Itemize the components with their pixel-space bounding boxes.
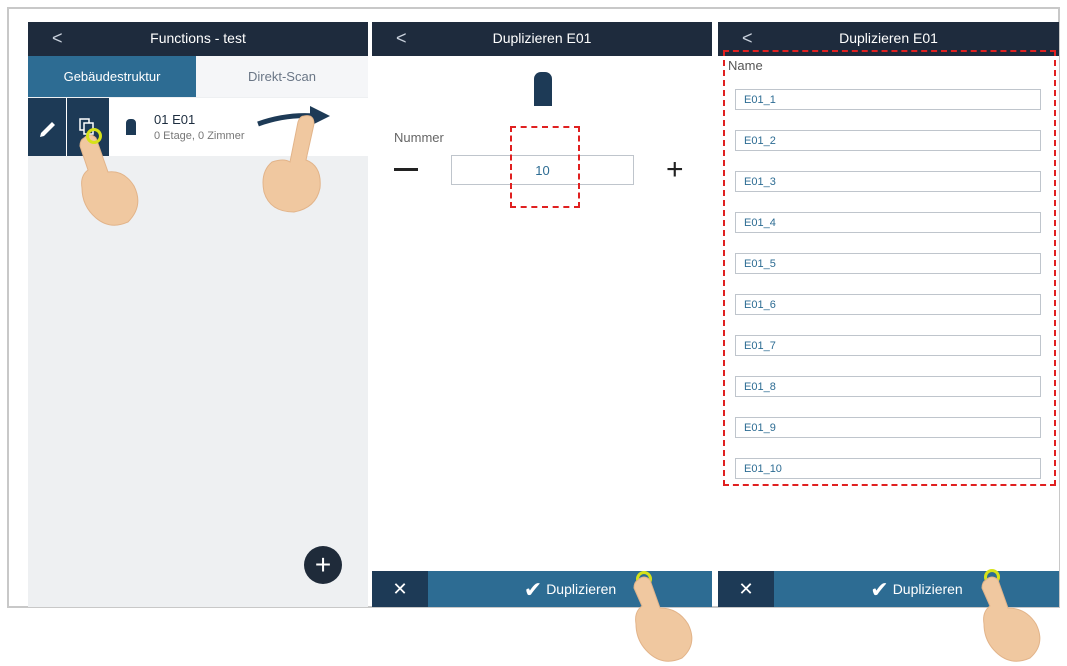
highlight-box	[723, 50, 1056, 486]
duplicate-names-screen: < Duplizieren E01 Name E01_1 E01_2 E01_3…	[718, 22, 1059, 607]
item-subtitle: 0 Etage, 0 Zimmer	[154, 130, 245, 142]
document-icon	[534, 72, 552, 106]
highlight-box	[510, 126, 580, 208]
confirm-label: Duplizieren	[892, 581, 963, 597]
pencil-icon	[40, 122, 55, 137]
hand-pointer-icon	[79, 134, 139, 226]
cancel-button[interactable]: ✕	[372, 571, 428, 607]
add-button[interactable]: +	[304, 546, 342, 584]
tab-gebaeudestruktur[interactable]: Gebäudestruktur	[28, 56, 196, 97]
confirm-label: Duplizieren	[546, 581, 617, 597]
tap-indicator	[86, 128, 102, 144]
top-bar: < Functions - test	[28, 22, 368, 56]
page-title: Duplizieren E01	[839, 30, 938, 46]
hand-pointer-icon	[633, 576, 693, 662]
tab-direkt-scan[interactable]: Direkt-Scan	[196, 56, 368, 97]
cancel-button[interactable]: ✕	[718, 571, 774, 607]
tab-bar: Gebäudestruktur Direkt-Scan	[28, 56, 368, 97]
hand-pointer-icon	[262, 115, 321, 213]
hand-pointer-icon	[981, 576, 1041, 662]
edit-button[interactable]	[28, 98, 66, 156]
check-icon: ✔	[523, 577, 543, 602]
top-bar: < Duplizieren E01	[372, 22, 712, 56]
duplicate-count-screen: < Duplizieren E01 Nummer 10 + ✕ ✔ Duplizi…	[372, 22, 712, 607]
page-title: Duplizieren E01	[492, 30, 592, 46]
decrement-button[interactable]	[394, 168, 418, 171]
page-title: Functions - test	[150, 30, 246, 46]
number-label: Nummer	[394, 130, 444, 145]
increment-button[interactable]: +	[666, 153, 684, 187]
check-icon: ✔	[870, 577, 889, 602]
item-name: 01 E01	[154, 112, 196, 127]
